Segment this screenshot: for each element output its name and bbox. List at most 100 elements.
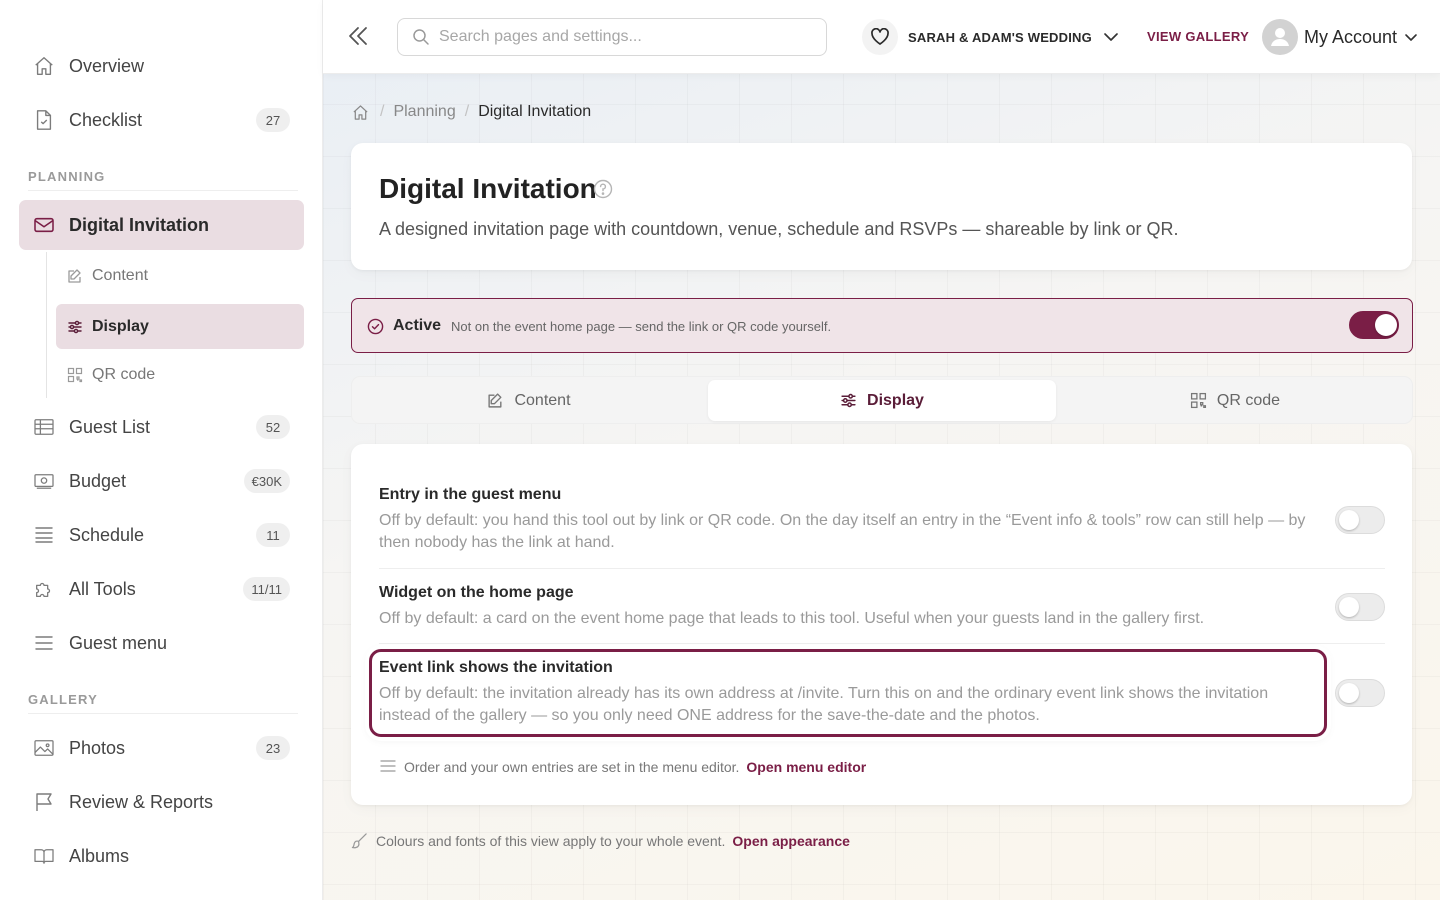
- toggle-knob: [1339, 683, 1359, 703]
- heart-icon: [862, 19, 898, 55]
- menu-icon: [32, 631, 56, 655]
- breadcrumb-planning[interactable]: Planning: [393, 103, 455, 121]
- sidebar-item-review-reports[interactable]: Review & Reports: [19, 777, 304, 827]
- search-input[interactable]: [439, 28, 799, 46]
- guest-menu-entry-toggle[interactable]: [1335, 506, 1385, 534]
- sidebar-item-guest-menu[interactable]: Guest menu: [19, 618, 304, 668]
- page-title: Digital Invitation: [379, 173, 597, 204]
- sidebar-item-checklist[interactable]: Checklist 27: [19, 95, 304, 145]
- sidebar-item-overview[interactable]: Overview: [19, 41, 304, 91]
- sidebar-item-label: Photos: [69, 737, 126, 758]
- breadcrumb-separator: /: [380, 103, 385, 120]
- sidebar-item-label: Checklist: [69, 109, 143, 130]
- checklist-icon: [32, 108, 56, 132]
- section-divider: [28, 190, 298, 191]
- qr-icon: [1190, 392, 1207, 409]
- avatar: [1262, 19, 1298, 55]
- home-icon: [32, 54, 56, 78]
- sidebar-item-all-tools[interactable]: All Tools 11/11: [19, 564, 304, 614]
- book-icon: [32, 844, 56, 868]
- sidebar-item-digital-invitation[interactable]: Digital Invitation: [19, 200, 304, 250]
- search-icon: [412, 28, 430, 46]
- event-link-invitation-toggle[interactable]: [1335, 679, 1385, 707]
- setting-title: Entry in the guest menu: [379, 486, 562, 503]
- tab-bar: Content Display QR code: [351, 376, 1413, 424]
- count-badge: 11/11: [243, 577, 290, 601]
- table-icon: [32, 415, 56, 439]
- subnav-item-label: Content: [92, 266, 149, 284]
- image-icon: [32, 736, 56, 760]
- active-toggle[interactable]: [1349, 311, 1399, 339]
- menu-note-text: Order and your own entries are set in th…: [404, 759, 740, 775]
- puzzle-icon: [32, 577, 56, 601]
- count-badge: 11: [256, 523, 290, 547]
- sidebar-item-label: Overview: [69, 55, 145, 76]
- tab-label: Content: [514, 391, 571, 409]
- home-icon[interactable]: [352, 104, 369, 121]
- open-menu-editor-link[interactable]: Open menu editor: [746, 759, 866, 775]
- search-field[interactable]: [397, 18, 827, 56]
- toggle-knob: [1339, 510, 1359, 530]
- top-bar: SARAH & ADAM'S WEDDING VIEW GALLERY My A…: [323, 0, 1440, 74]
- account-menu[interactable]: My Account: [1262, 18, 1419, 56]
- help-icon[interactable]: [593, 179, 613, 199]
- subnav-item-qr-code[interactable]: QR code: [56, 352, 304, 397]
- appearance-note: Colours and fonts of this view apply to …: [351, 832, 850, 849]
- check-circle-icon: [367, 318, 384, 335]
- setting-title: Widget on the home page: [379, 584, 574, 601]
- sliders-icon: [840, 392, 857, 409]
- tab-label: Display: [867, 391, 924, 409]
- setting-home-widget: Widget on the home page Off by default: …: [379, 584, 1385, 630]
- tab-content[interactable]: Content: [355, 380, 703, 421]
- sidebar-item-label: Guest menu: [69, 632, 168, 653]
- breadcrumb-current: Digital Invitation: [478, 103, 592, 120]
- sidebar-item-label: Digital Invitation: [69, 214, 210, 235]
- sidebar-item-schedule[interactable]: Schedule 11: [19, 510, 304, 560]
- sidebar-item-label: Review & Reports: [69, 791, 214, 812]
- status-banner: Active Not on the event home page — send…: [351, 298, 1413, 353]
- setting-description: Off by default: the invitation already h…: [379, 685, 1269, 724]
- setting-description: Off by default: you hand this tool out b…: [379, 512, 1306, 551]
- event-switcher[interactable]: SARAH & ADAM'S WEDDING: [862, 18, 1120, 56]
- flag-icon: [32, 790, 56, 814]
- setting-description: Off by default: a card on the event home…: [379, 610, 1205, 627]
- home-widget-toggle[interactable]: [1335, 593, 1385, 621]
- sidebar-item-label: All Tools: [69, 578, 136, 599]
- open-appearance-link[interactable]: Open appearance: [732, 833, 850, 849]
- page-description: A designed invitation page with countdow…: [379, 219, 1179, 239]
- sidebar-item-photos[interactable]: Photos 23: [19, 723, 304, 773]
- chevron-down-icon: [1102, 28, 1120, 46]
- setting-guest-menu-entry: Entry in the guest menu Off by default: …: [379, 486, 1385, 554]
- chevron-down-icon: [1403, 29, 1419, 45]
- sidebar-item-albums[interactable]: Albums: [19, 831, 304, 881]
- sidebar-item-budget[interactable]: Budget €30K: [19, 456, 304, 506]
- toggle-knob: [1339, 597, 1359, 617]
- subnav-item-display[interactable]: Display: [56, 304, 304, 349]
- menu-icon: [380, 759, 396, 775]
- subnav-item-content[interactable]: Content: [56, 253, 304, 298]
- tab-label: QR code: [1216, 391, 1281, 409]
- view-gallery-link[interactable]: VIEW GALLERY: [1147, 29, 1249, 44]
- sidebar: Overview Checklist 27 PLANNING Digital I…: [0, 0, 323, 900]
- subnav-guide-line: [46, 252, 47, 398]
- menu-editor-note: Order and your own entries are set in th…: [380, 759, 866, 775]
- envelope-icon: [32, 213, 56, 237]
- qr-icon: [67, 367, 83, 383]
- section-label-planning: PLANNING: [28, 169, 106, 184]
- section-label-gallery: GALLERY: [28, 692, 99, 707]
- money-icon: [32, 469, 56, 493]
- sidebar-item-guest-list[interactable]: Guest List 52: [19, 402, 304, 452]
- setting-event-link-invitation: Event link shows the invitation Off by d…: [379, 659, 1385, 727]
- edit-icon: [487, 392, 504, 409]
- tab-display[interactable]: Display: [708, 380, 1056, 421]
- section-divider: [28, 713, 298, 714]
- subnav-item-label: Display: [92, 317, 149, 335]
- sidebar-item-label: Albums: [69, 845, 130, 866]
- tab-qr-code[interactable]: QR code: [1061, 380, 1409, 421]
- collapse-sidebar-icon[interactable]: [345, 23, 371, 49]
- subnav-item-label: QR code: [92, 365, 156, 383]
- setting-divider: [379, 568, 1385, 569]
- page-header-card: Digital Invitation A designed invitation…: [351, 143, 1412, 270]
- edit-icon: [67, 268, 83, 284]
- sidebar-item-label: Schedule: [69, 524, 145, 545]
